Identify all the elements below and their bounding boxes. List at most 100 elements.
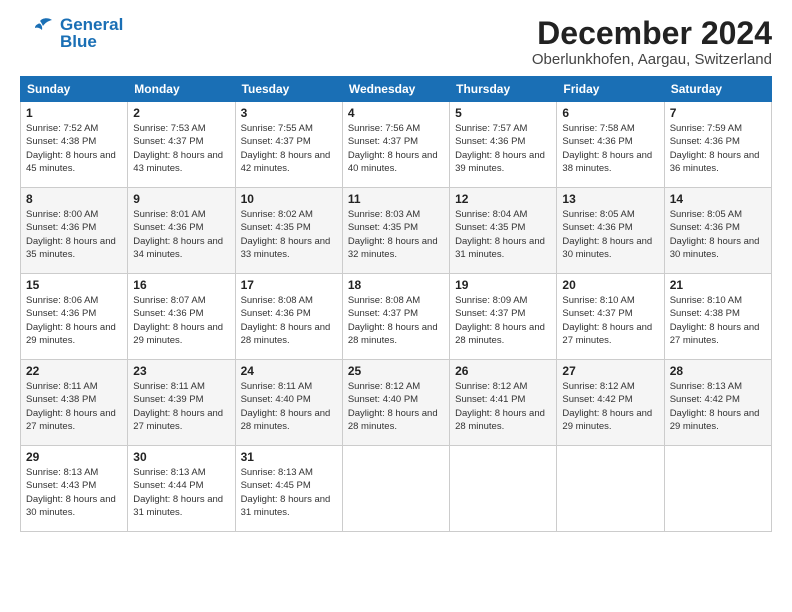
title-block: December 2024 Oberlunkhofen, Aargau, Swi… xyxy=(532,16,772,68)
day-number: 17 xyxy=(241,278,337,292)
calendar-cell xyxy=(342,446,449,532)
day-number: 27 xyxy=(562,364,658,378)
day-number: 21 xyxy=(670,278,766,292)
col-friday: Friday xyxy=(557,77,664,102)
page: General Blue December 2024 Oberlunkhofen… xyxy=(0,0,792,612)
calendar-cell: 29 Sunrise: 8:13 AM Sunset: 4:43 PM Dayl… xyxy=(21,446,128,532)
calendar-cell: 23 Sunrise: 8:11 AM Sunset: 4:39 PM Dayl… xyxy=(128,360,235,446)
day-number: 29 xyxy=(26,450,122,464)
day-info: Sunrise: 8:11 AM Sunset: 4:38 PM Dayligh… xyxy=(26,380,122,433)
header: General Blue December 2024 Oberlunkhofen… xyxy=(20,16,772,68)
calendar-cell: 8 Sunrise: 8:00 AM Sunset: 4:36 PM Dayli… xyxy=(21,188,128,274)
day-info: Sunrise: 8:05 AM Sunset: 4:36 PM Dayligh… xyxy=(670,208,766,261)
col-thursday: Thursday xyxy=(450,77,557,102)
day-info: Sunrise: 8:11 AM Sunset: 4:40 PM Dayligh… xyxy=(241,380,337,433)
day-number: 13 xyxy=(562,192,658,206)
day-info: Sunrise: 8:00 AM Sunset: 4:36 PM Dayligh… xyxy=(26,208,122,261)
calendar-cell xyxy=(664,446,771,532)
calendar-cell: 11 Sunrise: 8:03 AM Sunset: 4:35 PM Dayl… xyxy=(342,188,449,274)
day-info: Sunrise: 8:13 AM Sunset: 4:43 PM Dayligh… xyxy=(26,466,122,519)
day-number: 7 xyxy=(670,106,766,120)
day-info: Sunrise: 8:09 AM Sunset: 4:37 PM Dayligh… xyxy=(455,294,551,347)
day-info: Sunrise: 8:07 AM Sunset: 4:36 PM Dayligh… xyxy=(133,294,229,347)
calendar-cell xyxy=(557,446,664,532)
calendar-cell: 3 Sunrise: 7:55 AM Sunset: 4:37 PM Dayli… xyxy=(235,102,342,188)
calendar-cell: 17 Sunrise: 8:08 AM Sunset: 4:36 PM Dayl… xyxy=(235,274,342,360)
calendar-cell xyxy=(450,446,557,532)
calendar-cell: 12 Sunrise: 8:04 AM Sunset: 4:35 PM Dayl… xyxy=(450,188,557,274)
day-number: 22 xyxy=(26,364,122,378)
day-info: Sunrise: 8:10 AM Sunset: 4:38 PM Dayligh… xyxy=(670,294,766,347)
week-row-3: 15 Sunrise: 8:06 AM Sunset: 4:36 PM Dayl… xyxy=(21,274,772,360)
day-number: 16 xyxy=(133,278,229,292)
day-number: 2 xyxy=(133,106,229,120)
day-number: 12 xyxy=(455,192,551,206)
day-info: Sunrise: 8:06 AM Sunset: 4:36 PM Dayligh… xyxy=(26,294,122,347)
day-number: 10 xyxy=(241,192,337,206)
logo-text: General Blue xyxy=(60,16,123,50)
calendar-cell: 5 Sunrise: 7:57 AM Sunset: 4:36 PM Dayli… xyxy=(450,102,557,188)
calendar-cell: 24 Sunrise: 8:11 AM Sunset: 4:40 PM Dayl… xyxy=(235,360,342,446)
col-wednesday: Wednesday xyxy=(342,77,449,102)
day-number: 20 xyxy=(562,278,658,292)
calendar-cell: 28 Sunrise: 8:13 AM Sunset: 4:42 PM Dayl… xyxy=(664,360,771,446)
day-info: Sunrise: 7:56 AM Sunset: 4:37 PM Dayligh… xyxy=(348,122,444,175)
week-row-1: 1 Sunrise: 7:52 AM Sunset: 4:38 PM Dayli… xyxy=(21,102,772,188)
col-monday: Monday xyxy=(128,77,235,102)
calendar-cell: 15 Sunrise: 8:06 AM Sunset: 4:36 PM Dayl… xyxy=(21,274,128,360)
day-info: Sunrise: 7:55 AM Sunset: 4:37 PM Dayligh… xyxy=(241,122,337,175)
day-info: Sunrise: 7:59 AM Sunset: 4:36 PM Dayligh… xyxy=(670,122,766,175)
day-info: Sunrise: 8:10 AM Sunset: 4:37 PM Dayligh… xyxy=(562,294,658,347)
day-info: Sunrise: 7:53 AM Sunset: 4:37 PM Dayligh… xyxy=(133,122,229,175)
day-info: Sunrise: 8:03 AM Sunset: 4:35 PM Dayligh… xyxy=(348,208,444,261)
day-info: Sunrise: 8:12 AM Sunset: 4:41 PM Dayligh… xyxy=(455,380,551,433)
week-row-4: 22 Sunrise: 8:11 AM Sunset: 4:38 PM Dayl… xyxy=(21,360,772,446)
calendar-cell: 4 Sunrise: 7:56 AM Sunset: 4:37 PM Dayli… xyxy=(342,102,449,188)
day-number: 26 xyxy=(455,364,551,378)
calendar-cell: 14 Sunrise: 8:05 AM Sunset: 4:36 PM Dayl… xyxy=(664,188,771,274)
day-number: 5 xyxy=(455,106,551,120)
day-number: 31 xyxy=(241,450,337,464)
day-info: Sunrise: 7:58 AM Sunset: 4:36 PM Dayligh… xyxy=(562,122,658,175)
day-info: Sunrise: 8:08 AM Sunset: 4:36 PM Dayligh… xyxy=(241,294,337,347)
day-info: Sunrise: 7:52 AM Sunset: 4:38 PM Dayligh… xyxy=(26,122,122,175)
calendar-cell: 25 Sunrise: 8:12 AM Sunset: 4:40 PM Dayl… xyxy=(342,360,449,446)
day-number: 1 xyxy=(26,106,122,120)
day-info: Sunrise: 7:57 AM Sunset: 4:36 PM Dayligh… xyxy=(455,122,551,175)
calendar-cell: 26 Sunrise: 8:12 AM Sunset: 4:41 PM Dayl… xyxy=(450,360,557,446)
day-number: 14 xyxy=(670,192,766,206)
day-info: Sunrise: 8:02 AM Sunset: 4:35 PM Dayligh… xyxy=(241,208,337,261)
day-number: 18 xyxy=(348,278,444,292)
calendar-cell: 2 Sunrise: 7:53 AM Sunset: 4:37 PM Dayli… xyxy=(128,102,235,188)
calendar-table: Sunday Monday Tuesday Wednesday Thursday… xyxy=(20,76,772,532)
day-number: 23 xyxy=(133,364,229,378)
calendar-cell: 22 Sunrise: 8:11 AM Sunset: 4:38 PM Dayl… xyxy=(21,360,128,446)
day-number: 11 xyxy=(348,192,444,206)
calendar-cell: 9 Sunrise: 8:01 AM Sunset: 4:36 PM Dayli… xyxy=(128,188,235,274)
day-number: 30 xyxy=(133,450,229,464)
header-row: Sunday Monday Tuesday Wednesday Thursday… xyxy=(21,77,772,102)
calendar-subtitle: Oberlunkhofen, Aargau, Switzerland xyxy=(532,51,772,68)
calendar-cell: 13 Sunrise: 8:05 AM Sunset: 4:36 PM Dayl… xyxy=(557,188,664,274)
day-number: 15 xyxy=(26,278,122,292)
day-number: 9 xyxy=(133,192,229,206)
calendar-cell: 19 Sunrise: 8:09 AM Sunset: 4:37 PM Dayl… xyxy=(450,274,557,360)
day-info: Sunrise: 8:11 AM Sunset: 4:39 PM Dayligh… xyxy=(133,380,229,433)
calendar-cell: 27 Sunrise: 8:12 AM Sunset: 4:42 PM Dayl… xyxy=(557,360,664,446)
calendar-cell: 20 Sunrise: 8:10 AM Sunset: 4:37 PM Dayl… xyxy=(557,274,664,360)
calendar-cell: 7 Sunrise: 7:59 AM Sunset: 4:36 PM Dayli… xyxy=(664,102,771,188)
day-number: 4 xyxy=(348,106,444,120)
col-tuesday: Tuesday xyxy=(235,77,342,102)
day-info: Sunrise: 8:13 AM Sunset: 4:44 PM Dayligh… xyxy=(133,466,229,519)
calendar-cell: 30 Sunrise: 8:13 AM Sunset: 4:44 PM Dayl… xyxy=(128,446,235,532)
day-number: 6 xyxy=(562,106,658,120)
day-info: Sunrise: 8:13 AM Sunset: 4:42 PM Dayligh… xyxy=(670,380,766,433)
day-number: 8 xyxy=(26,192,122,206)
day-number: 25 xyxy=(348,364,444,378)
calendar-cell: 1 Sunrise: 7:52 AM Sunset: 4:38 PM Dayli… xyxy=(21,102,128,188)
day-info: Sunrise: 8:13 AM Sunset: 4:45 PM Dayligh… xyxy=(241,466,337,519)
day-number: 3 xyxy=(241,106,337,120)
day-info: Sunrise: 8:05 AM Sunset: 4:36 PM Dayligh… xyxy=(562,208,658,261)
day-number: 24 xyxy=(241,364,337,378)
calendar-cell: 21 Sunrise: 8:10 AM Sunset: 4:38 PM Dayl… xyxy=(664,274,771,360)
